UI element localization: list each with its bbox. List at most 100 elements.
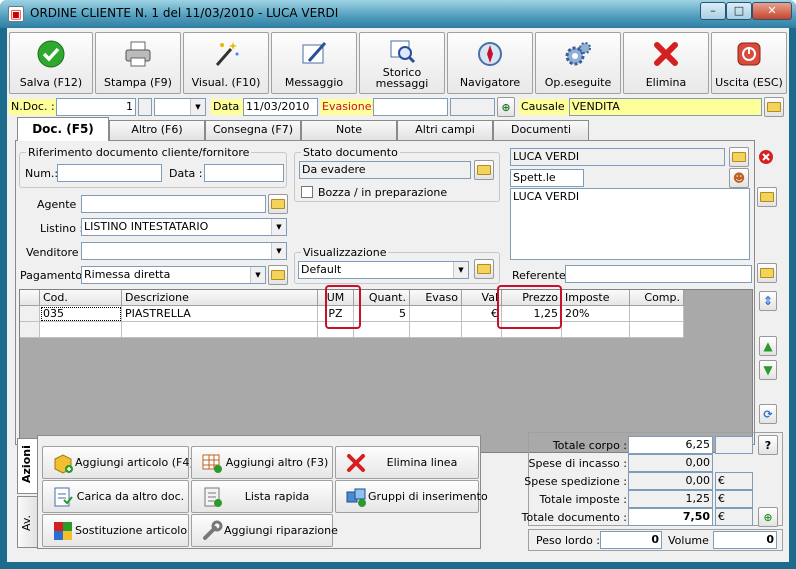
tab-av[interactable]: Av. [17, 496, 37, 548]
salutation-field[interactable]: Spett.le [510, 169, 584, 187]
col-comp[interactable]: Comp. [630, 290, 684, 306]
refresh-button[interactable]: ⟳ [759, 404, 777, 424]
cell-quant[interactable]: 5 [354, 306, 410, 322]
causale-folder-button[interactable] [764, 97, 784, 117]
help-button[interactable]: ? [758, 435, 778, 455]
customer-name-field[interactable]: LUCA VERDI [510, 148, 725, 166]
cell-empty[interactable] [40, 322, 122, 338]
agente-folder-button[interactable] [268, 194, 288, 214]
insert-groups-button[interactable]: Gruppi di inserimento [335, 480, 488, 513]
referente-label: Referente [512, 269, 566, 282]
zoom-button[interactable]: ⊕ [497, 97, 515, 117]
customer-folder-button[interactable] [729, 147, 749, 167]
agente-input[interactable] [81, 195, 266, 213]
print-button[interactable]: Stampa (F9) [95, 32, 181, 94]
date-input[interactable]: 11/03/2010 [243, 98, 318, 116]
listino-select[interactable]: LISTINO INTESTATARIO ▼ [81, 218, 287, 236]
cell-empty[interactable] [462, 322, 502, 338]
printer-icon [122, 38, 154, 70]
load-doc-button[interactable]: Carica da altro doc. [42, 480, 189, 513]
add-article-button[interactable]: Aggiungi articolo (F4) [42, 446, 194, 479]
exit-button[interactable]: Uscita (ESC) [711, 32, 787, 94]
tab-note[interactable]: Note [301, 120, 397, 140]
venditore-select[interactable]: ▼ [81, 242, 287, 260]
evasione-time-input[interactable] [450, 98, 495, 116]
ndoc-series-button[interactable] [138, 98, 152, 116]
cell-descrizione[interactable]: PIASTRELLA [122, 306, 318, 322]
minimize-button[interactable]: – [700, 2, 726, 20]
save-label: Salva (F12) [19, 76, 83, 89]
stato-folder-button[interactable] [474, 160, 494, 180]
chevron-down-icon: ▼ [453, 262, 468, 278]
quick-list-button[interactable]: Lista rapida [191, 480, 333, 513]
add-other-label: Aggiungi altro (F3) [225, 456, 329, 469]
cell-imposte[interactable]: 20% [562, 306, 630, 322]
replace-article-button[interactable]: Sostituzione articolo [42, 514, 189, 547]
pagamento-value: Rimessa diretta [84, 268, 171, 281]
navigator-label: Navigatore [459, 76, 521, 89]
delete-button[interactable]: Elimina [623, 32, 709, 94]
col-imposte[interactable]: Imposte [562, 290, 630, 306]
cell-empty[interactable] [562, 322, 630, 338]
customer-clear-button[interactable] [756, 147, 776, 167]
stato-input[interactable]: Da evadere [299, 161, 471, 179]
recalc-button[interactable]: ⊕ [758, 507, 778, 527]
print-label: Stampa (F9) [104, 76, 172, 89]
tab-altro[interactable]: Altro (F6) [109, 120, 205, 140]
bozza-checkbox[interactable] [301, 186, 313, 198]
preview-button[interactable]: Visual. (F10) [183, 32, 269, 94]
cell-evaso[interactable] [410, 306, 462, 322]
items-grid[interactable]: Cod. Descrizione UM Quant. Evaso Val Pre… [19, 285, 753, 453]
message-history-button[interactable]: Storico messaggi [359, 32, 445, 94]
cell-empty[interactable] [122, 322, 318, 338]
col-quant[interactable]: Quant. [354, 290, 410, 306]
add-repair-button[interactable]: Aggiungi riparazione [191, 514, 338, 547]
rif-date-input[interactable] [204, 164, 284, 182]
pagamento-folder-button[interactable] [268, 265, 288, 285]
move-down-button[interactable]: ▼ [759, 360, 777, 380]
listino-label: Listino : [40, 222, 84, 235]
causale-input[interactable]: VENDITA [569, 98, 762, 116]
move-up-button[interactable]: ▲ [759, 336, 777, 356]
totale-corpo-value: 6,25 [628, 436, 713, 454]
tab-azioni[interactable]: Azioni [17, 438, 37, 494]
ndoc-input[interactable]: 1 [56, 98, 136, 116]
address-folder-button[interactable] [757, 187, 777, 207]
cell-empty[interactable] [354, 322, 410, 338]
col-evaso[interactable]: Evaso [410, 290, 462, 306]
cell-val[interactable]: € [462, 306, 502, 322]
tab-altri-campi[interactable]: Altri campi [397, 120, 493, 140]
cell-comp[interactable] [630, 306, 684, 322]
message-icon [298, 38, 330, 70]
col-descrizione[interactable]: Descrizione [122, 290, 318, 306]
add-other-button[interactable]: Aggiungi altro (F3) [191, 446, 333, 479]
visualizzazione-select[interactable]: Default ▼ [298, 261, 469, 279]
cell-empty[interactable] [410, 322, 462, 338]
message-button[interactable]: Messaggio [271, 32, 357, 94]
maximize-button[interactable]: □ [726, 2, 752, 20]
move-updown-button[interactable]: ⇕ [759, 291, 777, 311]
referente-input[interactable] [565, 265, 752, 283]
save-button[interactable]: Salva (F12) [9, 32, 93, 94]
tab-doc[interactable]: Doc. (F5) [17, 117, 109, 141]
close-window-button[interactable]: ✕ [752, 2, 792, 20]
navigator-button[interactable]: Navigatore [447, 32, 533, 94]
referente-folder-button[interactable] [757, 263, 777, 283]
row-selector[interactable] [20, 306, 40, 322]
tab-consegna[interactable]: Consegna (F7) [205, 120, 301, 140]
delete-line-button[interactable]: Elimina linea [335, 446, 479, 479]
customer-address-field[interactable]: LUCA VERDI [510, 188, 750, 260]
cell-cod[interactable]: 035 [40, 306, 122, 322]
pagamento-select[interactable]: Rimessa diretta ▼ [81, 266, 266, 284]
operations-button[interactable]: Op.eseguite [535, 32, 621, 94]
visualizzazione-folder-button[interactable] [474, 259, 494, 279]
cell-empty[interactable] [630, 322, 684, 338]
tab-documenti[interactable]: Documenti [493, 120, 589, 140]
num-input[interactable] [57, 164, 162, 182]
ndoc-series-select[interactable]: ▼ [154, 98, 206, 116]
customer-lookup-button[interactable]: ☻ [729, 168, 749, 188]
evasione-date-input[interactable] [373, 98, 448, 116]
exit-label: Uscita (ESC) [715, 76, 783, 89]
col-cod[interactable]: Cod. [40, 290, 122, 306]
col-val[interactable]: Val [462, 290, 502, 306]
